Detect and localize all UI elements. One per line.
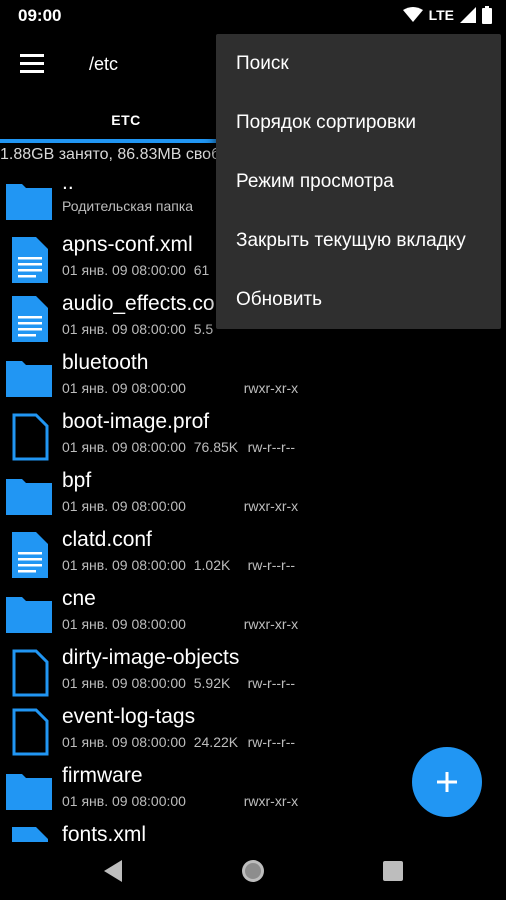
file-name: fonts.xml bbox=[62, 823, 147, 842]
list-item[interactable]: bluetooth 01 янв. 09 08:00:00 rwxr-xr-x bbox=[0, 347, 506, 406]
text-file-icon bbox=[12, 532, 48, 578]
list-item[interactable]: clatd.conf 01 янв. 09 08:00:00 1.02K rw-… bbox=[0, 524, 506, 583]
active-tab-indicator bbox=[0, 139, 252, 143]
file-size: 1.02K bbox=[193, 557, 231, 573]
file-meta: 01 янв. 09 08:00:00 1.02K rw-r--r-- bbox=[62, 557, 295, 573]
file-name: bluetooth bbox=[62, 351, 149, 374]
file-meta: Родительская папка bbox=[62, 198, 194, 214]
list-item[interactable]: cne 01 янв. 09 08:00:00 rwxr-xr-x bbox=[0, 583, 506, 642]
file-date: 01 янв. 09 08:00:00 bbox=[62, 321, 186, 337]
menu-item-refresh[interactable]: Обновить bbox=[216, 270, 501, 329]
text-file-icon bbox=[12, 827, 48, 842]
file-permissions: rwxr-xr-x bbox=[243, 616, 299, 632]
list-item[interactable]: fonts.xml bbox=[0, 819, 506, 842]
file-date: 01 янв. 09 08:00:00 bbox=[62, 557, 186, 573]
status-time: 09:00 bbox=[18, 6, 62, 25]
text-file-icon bbox=[12, 237, 48, 283]
file-permissions: rwxr-xr-x bbox=[243, 793, 299, 809]
file-name: cne bbox=[62, 587, 96, 610]
current-path-title: /etc bbox=[89, 54, 119, 74]
file-date: 01 янв. 09 08:00:00 bbox=[62, 793, 186, 809]
hamburger-menu-icon[interactable] bbox=[18, 52, 48, 76]
file-icon bbox=[12, 649, 49, 697]
file-date: 01 янв. 09 08:00:00 bbox=[62, 675, 186, 691]
file-name: .. bbox=[62, 171, 74, 194]
back-icon[interactable] bbox=[100, 858, 126, 884]
file-name: apns-conf.xml bbox=[62, 233, 193, 256]
file-permissions: rw-r--r-- bbox=[247, 557, 296, 573]
wifi-icon bbox=[402, 7, 423, 22]
folder-icon bbox=[6, 184, 52, 220]
file-name: firmware bbox=[62, 764, 143, 787]
file-size: 24.22K bbox=[193, 734, 239, 750]
file-name: event-log-tags bbox=[62, 705, 196, 728]
file-size: 76.85K bbox=[193, 439, 239, 455]
file-name: audio_effects.co bbox=[62, 292, 215, 315]
menu-item-close-tab[interactable]: Закрыть текущую вкладку bbox=[216, 211, 501, 270]
overflow-menu: Поиск Порядок сортировки Режим просмотра… bbox=[216, 34, 501, 329]
text-file-icon bbox=[12, 296, 48, 342]
file-name: dirty-image-objects bbox=[62, 646, 240, 669]
recents-icon[interactable] bbox=[380, 858, 406, 884]
menu-item-sort-order[interactable]: Порядок сортировки bbox=[216, 93, 501, 152]
file-date: 01 янв. 09 08:00:00 bbox=[62, 439, 186, 455]
file-permissions: rw-r--r-- bbox=[247, 439, 296, 455]
status-icons: LTE bbox=[402, 6, 492, 24]
file-icon bbox=[12, 708, 49, 756]
folder-icon bbox=[6, 361, 52, 397]
status-bar: 09:00 LTE bbox=[0, 0, 506, 32]
menu-item-view-mode[interactable]: Режим просмотра bbox=[216, 152, 501, 211]
home-icon[interactable] bbox=[240, 858, 266, 884]
battery-icon bbox=[482, 6, 492, 24]
file-icon bbox=[12, 413, 49, 461]
menu-item-search[interactable]: Поиск bbox=[216, 34, 501, 93]
file-size: 5.92K bbox=[193, 675, 231, 691]
file-meta: 01 янв. 09 08:00:00 rwxr-xr-x bbox=[62, 498, 298, 514]
file-name: clatd.conf bbox=[62, 528, 152, 551]
system-nav-bar bbox=[0, 842, 506, 900]
file-meta: 01 янв. 09 08:00:00 rwxr-xr-x bbox=[62, 793, 298, 809]
list-item[interactable]: bpf 01 янв. 09 08:00:00 rwxr-xr-x bbox=[0, 465, 506, 524]
signal-icon bbox=[460, 7, 476, 23]
file-meta: 01 янв. 09 08:00:00 rwxr-xr-x bbox=[62, 616, 298, 632]
file-permissions: rw-r--r-- bbox=[247, 675, 296, 691]
folder-icon bbox=[6, 774, 52, 810]
file-name: boot-image.prof bbox=[62, 410, 210, 433]
file-permissions: rwxr-xr-x bbox=[243, 380, 299, 396]
list-item[interactable]: boot-image.prof 01 янв. 09 08:00:00 76.8… bbox=[0, 406, 506, 465]
add-fab-button[interactable] bbox=[412, 747, 482, 817]
file-permissions: rw-r--r-- bbox=[247, 734, 296, 750]
tab-etc[interactable]: ETC bbox=[0, 96, 252, 144]
file-date: 01 янв. 09 08:00:00 bbox=[62, 616, 186, 632]
file-date: 01 янв. 09 08:00:00 bbox=[62, 498, 186, 514]
file-date: 01 янв. 09 08:00:00 bbox=[62, 380, 186, 396]
folder-icon bbox=[6, 597, 52, 633]
file-meta: 01 янв. 09 08:00:00 rwxr-xr-x bbox=[62, 380, 298, 396]
plus-icon bbox=[437, 772, 457, 792]
list-item[interactable]: dirty-image-objects 01 янв. 09 08:00:00 … bbox=[0, 642, 506, 701]
file-date: 01 янв. 09 08:00:00 bbox=[62, 734, 186, 750]
file-meta: 01 янв. 09 08:00:00 5.92K rw-r--r-- bbox=[62, 675, 295, 691]
file-permissions: rwxr-xr-x bbox=[243, 498, 299, 514]
file-date: 01 янв. 09 08:00:00 bbox=[62, 262, 186, 278]
network-type-label: LTE bbox=[428, 7, 454, 23]
file-meta: 01 янв. 09 08:00:00 24.22K rw-r--r-- bbox=[62, 734, 295, 750]
file-name: bpf bbox=[62, 469, 92, 492]
folder-icon bbox=[6, 479, 52, 515]
file-meta: 01 янв. 09 08:00:00 76.85K rw-r--r-- bbox=[62, 439, 295, 455]
